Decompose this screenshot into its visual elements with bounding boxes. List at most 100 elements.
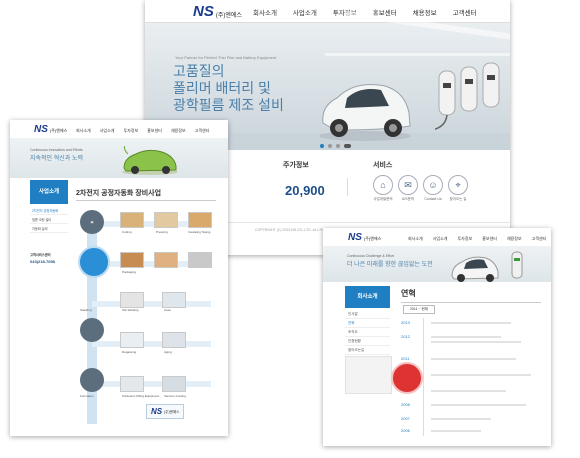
- history-timeline: 2013 2012 2011 2010 2009 2008 2007 2006: [391, 318, 541, 436]
- electric-car-image: [319, 84, 411, 141]
- content-title: 2차전지 공정자동화 장비사업: [76, 190, 162, 197]
- logo-mark: NS: [348, 232, 362, 243]
- hero-pagination: [320, 144, 351, 148]
- contact-box: [345, 356, 392, 394]
- business-sidebar: 2차전지 공정자동화 필름 코팅 설비 자동화 설비: [30, 206, 68, 233]
- service-label: 서비스: [373, 162, 393, 169]
- year-label: 2008: [401, 402, 410, 407]
- nav-item[interactable]: 투자정보: [123, 128, 138, 134]
- process-step-label: Tab Welding: [122, 308, 139, 312]
- contact-phone[interactable]: 043)218-7058: [30, 259, 68, 264]
- history-photo: [391, 362, 423, 394]
- nav-item[interactable]: 홍보센터: [147, 128, 162, 134]
- banner-subtitle: Continuous Challenge & Effort: [347, 254, 395, 258]
- logo-mark: NS: [193, 3, 214, 20]
- logo-name: (주)엔에스: [215, 12, 242, 19]
- history-page-screenshot: NS (주)엔에스 회사소개 사업소개 투자정보 홍보센터 채용정보 고객센터 …: [323, 228, 551, 446]
- charging-stations-image: [435, 62, 500, 130]
- sidebar-item-active[interactable]: 연혁: [345, 319, 390, 328]
- nav-item[interactable]: 채용정보: [507, 236, 522, 242]
- process-thumbnail: [162, 292, 186, 308]
- year-label: 2013: [401, 320, 410, 325]
- nav-item[interactable]: 고객센터: [453, 7, 477, 17]
- person-icon: ☺: [423, 175, 443, 195]
- banner-title: 더 나은 미래를 향한 끊임없는 도전: [347, 262, 433, 268]
- process-thumbnail: [188, 252, 212, 268]
- process-node: [80, 368, 104, 392]
- main-header: NS (주)엔에스 회사소개 사업소개 투자정보 홍보센터 채용정보 고객센터: [145, 0, 510, 23]
- pause-button[interactable]: [344, 144, 351, 148]
- logo-name: (주)엔에스: [49, 128, 68, 133]
- service-caption: 사업개발문의: [373, 197, 393, 201]
- hero-subtitle: Your Partner for Perfect Thin Film and B…: [175, 55, 277, 60]
- process-thumbnail: [154, 212, 178, 228]
- year-label: 2011: [401, 356, 410, 361]
- service-icons: ⌂ 사업개발문의 ✉ A/S문의 ☺ Contact Us ⌖ 찾아오는 길: [373, 175, 468, 202]
- process-thumbnail: [120, 332, 144, 348]
- nav-item[interactable]: 회사소개: [253, 7, 277, 17]
- process-thumbnail: [120, 292, 144, 308]
- service-caption: Contact Us: [424, 197, 442, 201]
- tab-period[interactable]: 2011 ~ 현재: [403, 305, 435, 314]
- hero-line: 고품질의: [173, 63, 225, 79]
- history-logo[interactable]: NS (주)엔에스: [348, 232, 381, 243]
- map-pin-icon: ⌖: [448, 175, 468, 195]
- process-diagram: ▣ Cutting Pressing Insulating Taping Pac…: [76, 204, 221, 432]
- stock-detail: [347, 178, 376, 196]
- year-label: 2007: [401, 416, 410, 421]
- sidebar-item[interactable]: 조직도: [345, 328, 390, 337]
- history-sidebar: 인사말 연혁 조직도 인증현황 찾아오는길: [345, 310, 390, 355]
- sidebar-item[interactable]: 찾아오는길: [345, 346, 390, 355]
- nav-item[interactable]: 사업소개: [293, 7, 317, 17]
- pagination-dot[interactable]: [336, 144, 340, 148]
- year-label: 2012: [401, 334, 410, 339]
- green-car-image: [122, 146, 178, 175]
- service-item[interactable]: ⌂ 사업개발문의: [373, 175, 393, 202]
- nav-item[interactable]: 고객센터: [532, 236, 547, 242]
- sidebar-item[interactable]: 인사말: [345, 310, 390, 319]
- main-logo[interactable]: NS (주)엔에스: [193, 3, 242, 20]
- process-thumbnail: [154, 252, 178, 268]
- nav-item[interactable]: 회사소개: [408, 236, 423, 242]
- nav-item[interactable]: 사업소개: [433, 236, 448, 242]
- year-label: 2006: [401, 428, 410, 433]
- logo-name: (주)엔에스: [164, 410, 180, 414]
- process-step-label: Vacuum Cooling: [164, 394, 186, 398]
- process-end-logo: NS (주)엔에스: [146, 404, 185, 419]
- service-item[interactable]: ☺ Contact Us: [423, 175, 443, 202]
- logo-mark: NS: [151, 407, 163, 416]
- process-node-highlight: [78, 246, 110, 278]
- stock-value: 20,900: [285, 183, 325, 198]
- process-step-label: Case: [164, 308, 172, 312]
- process-thumbnail: [162, 376, 186, 392]
- sidebar-item[interactable]: 인증현황: [345, 337, 390, 346]
- process-step-label: Ultrasonic Filling Equipment: [122, 394, 160, 398]
- nav-item[interactable]: 투자정보: [457, 236, 472, 242]
- process-node: ▣: [80, 210, 104, 234]
- process-step-label: Packaging: [122, 270, 137, 274]
- service-item[interactable]: ⌖ 찾아오는 길: [448, 175, 468, 202]
- nav-item[interactable]: 고객센터: [195, 128, 210, 134]
- sidebar-item-active[interactable]: 2차전지 공정자동화: [30, 206, 68, 215]
- business-logo[interactable]: NS (주)엔에스: [34, 124, 67, 135]
- process-step-label: Stacking: [80, 308, 92, 312]
- history-banner: Continuous Challenge & Effort 더 나은 미래를 향…: [323, 246, 551, 282]
- hero-line: 광학필름 제조 설비: [173, 97, 284, 113]
- banner-title: 지속적인 혁신과 노력: [30, 156, 84, 162]
- contact-label: 고객서비스센터: [30, 253, 51, 257]
- nav-item[interactable]: 채용정보: [171, 128, 186, 134]
- process-thumbnail: [120, 376, 144, 392]
- nav-item[interactable]: 홍보센터: [482, 236, 497, 242]
- content-title: 연혁: [401, 289, 416, 298]
- pagination-dot[interactable]: [328, 144, 332, 148]
- sidebar-item[interactable]: 자동화 설비: [30, 224, 68, 233]
- pagination-dot[interactable]: [320, 144, 324, 148]
- nav-item[interactable]: 회사소개: [76, 128, 91, 134]
- nav-item[interactable]: 사업소개: [100, 128, 115, 134]
- sidebar-item[interactable]: 필름 코팅 설비: [30, 215, 68, 224]
- service-item[interactable]: ✉ A/S문의: [398, 175, 418, 202]
- process-step-label: Cutting: [122, 230, 132, 234]
- nav-item[interactable]: 채용정보: [413, 7, 437, 17]
- process-step-label: Degassing: [122, 350, 137, 354]
- process-thumbnail: [120, 252, 144, 268]
